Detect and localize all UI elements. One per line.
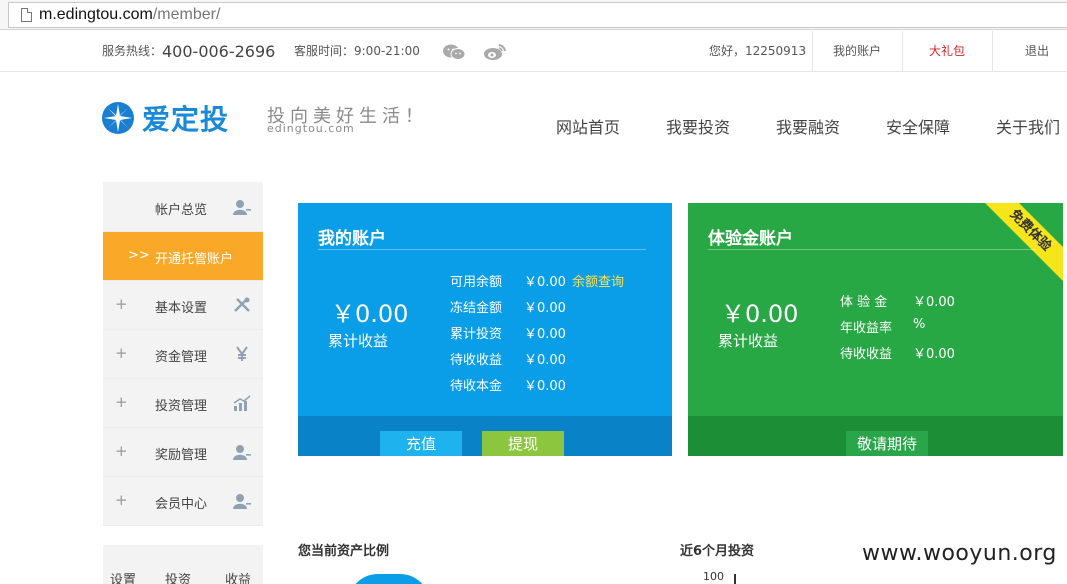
expand-icon[interactable]: + bbox=[115, 295, 128, 313]
sidebar-item-member-center[interactable]: + 会员中心 bbox=[103, 477, 263, 526]
my-account-card: 我的账户 ￥0.00 累计收益 可用余额 ￥0.00 余额查询 冻结金额 ￥0.… bbox=[298, 203, 672, 456]
hotline-number: 400-006-2696 bbox=[162, 42, 276, 61]
address-field[interactable]: m.edingtou.com/member/ bbox=[8, 2, 1067, 28]
weibo-icon[interactable] bbox=[483, 43, 507, 61]
user-icon bbox=[233, 494, 251, 509]
trial-total-value: ￥0.00 bbox=[721, 300, 799, 328]
expand-icon[interactable]: + bbox=[115, 442, 128, 460]
expand-icon[interactable]: + bbox=[115, 344, 128, 362]
brand-domain: edingtou.com bbox=[267, 122, 355, 135]
sidebar-item-funds[interactable]: + 资金管理 bbox=[103, 330, 263, 379]
divider bbox=[992, 31, 993, 72]
card-footer: 充值 提现 bbox=[298, 416, 672, 456]
six-month-invest-title: 近6个月投资 bbox=[680, 544, 755, 559]
withdraw-button[interactable]: 提现 bbox=[482, 431, 564, 456]
available-balance-label: 可用余额 bbox=[450, 275, 503, 290]
watermark: www.wooyun.org bbox=[862, 541, 1057, 566]
brand-name[interactable]: 爱定投 bbox=[142, 98, 229, 138]
card-footer: 敬请期待 bbox=[688, 416, 1063, 456]
divider bbox=[708, 249, 1036, 250]
frozen-amount-value: ￥0.00 bbox=[524, 301, 566, 316]
card-title: 体验金账户 bbox=[708, 229, 793, 249]
user-icon bbox=[233, 200, 251, 215]
divider bbox=[318, 249, 646, 250]
sidebar-item-basic-settings[interactable]: + 基本设置 bbox=[103, 281, 263, 330]
divider bbox=[812, 31, 813, 72]
user-icon bbox=[233, 445, 251, 460]
sidebar-item-rewards[interactable]: + 奖励管理 bbox=[103, 428, 263, 477]
sidebar-item-label: 会员中心 bbox=[155, 497, 208, 512]
trial-total-label: 累计收益 bbox=[718, 332, 779, 350]
url-path: /member/ bbox=[152, 6, 221, 23]
nav-invest[interactable]: 我要投资 bbox=[666, 114, 730, 138]
trial-fund-card: 免费体验 体验金账户 ￥0.00 累计收益 体 验 金 ￥0.00 年收益率 %… bbox=[688, 203, 1063, 456]
sidebar-item-label: 投资管理 bbox=[155, 399, 208, 414]
url-host: m.edingtou.com bbox=[39, 6, 153, 23]
sidebar-item-label: 奖励管理 bbox=[155, 448, 208, 463]
quick-link-earnings[interactable]: 收益 bbox=[225, 569, 251, 584]
url-text: m.edingtou.com/member/ bbox=[39, 6, 220, 24]
annual-rate-value: % bbox=[913, 317, 926, 332]
total-earnings-label: 累计收益 bbox=[328, 332, 389, 350]
quick-link-settings[interactable]: 设置 bbox=[110, 569, 136, 584]
coming-soon-button[interactable]: 敬请期待 bbox=[846, 431, 928, 456]
hotline-label: 服务热线： bbox=[102, 44, 163, 58]
active-arrow: >> bbox=[128, 248, 150, 263]
frozen-amount-label: 冻结金额 bbox=[450, 301, 503, 316]
sidebar-item-label: 开通托管账户 bbox=[155, 252, 234, 267]
yen-icon bbox=[236, 346, 248, 361]
balance-query-link[interactable]: 余额查询 bbox=[572, 271, 624, 290]
asset-pie-chart bbox=[348, 574, 430, 584]
logout-link[interactable]: 退出 bbox=[1025, 31, 1049, 72]
pending-principal-value: ￥0.00 bbox=[524, 379, 566, 394]
sidebar-item-label: 基本设置 bbox=[155, 301, 208, 316]
total-earnings-value: ￥0.00 bbox=[331, 300, 409, 328]
my-account-link[interactable]: 我的账户 bbox=[833, 31, 881, 72]
tools-icon bbox=[234, 297, 250, 312]
sidebar-item-label: 帐户总览 bbox=[155, 203, 208, 218]
logo-icon[interactable] bbox=[101, 101, 135, 135]
total-invest-label: 累计投资 bbox=[450, 327, 503, 342]
sidebar-item-open-custody[interactable]: >> 开通托管账户 bbox=[103, 232, 263, 281]
pending-principal-label: 待收本金 bbox=[450, 379, 503, 394]
nav-security[interactable]: 安全保障 bbox=[886, 114, 950, 138]
trial-pending-label: 待收收益 bbox=[840, 347, 893, 362]
annual-rate-label: 年收益率 bbox=[840, 321, 893, 336]
asset-ratio-title: 您当前资产比例 bbox=[298, 544, 390, 559]
service-hours: 客服时间：9:00-21:00 bbox=[294, 44, 420, 58]
sidebar-item-overview[interactable]: 帐户总览 bbox=[103, 183, 263, 232]
trial-pending-value: ￥0.00 bbox=[913, 347, 955, 362]
expand-icon[interactable]: + bbox=[115, 393, 128, 411]
nav-financing[interactable]: 我要融资 bbox=[776, 114, 840, 138]
quick-links-panel: 设置 投资 收益 bbox=[103, 545, 263, 584]
trial-fund-value: ￥0.00 bbox=[913, 295, 955, 310]
pending-earnings-label: 待收收益 bbox=[450, 353, 503, 368]
sidebar-item-investment[interactable]: + 投资管理 bbox=[103, 379, 263, 428]
trial-fund-label: 体 验 金 bbox=[840, 295, 888, 310]
chart-icon bbox=[233, 395, 251, 411]
quick-link-invest[interactable]: 投资 bbox=[165, 569, 191, 584]
wechat-icon[interactable] bbox=[442, 43, 466, 61]
nav-home[interactable]: 网站首页 bbox=[556, 114, 620, 138]
top-info-bar: 服务热线： 400-006-2696 客服时间：9:00-21:00 您好，12… bbox=[0, 31, 1067, 72]
available-balance-value: ￥0.00 bbox=[524, 275, 566, 290]
recharge-button[interactable]: 充值 bbox=[380, 431, 462, 456]
chart-axis-tick: 100 bbox=[703, 570, 724, 583]
user-greeting: 您好，12250913 bbox=[709, 44, 807, 58]
page-icon bbox=[21, 8, 32, 22]
free-trial-ribbon: 免费体验 bbox=[976, 203, 1063, 285]
expand-icon[interactable]: + bbox=[115, 491, 128, 509]
card-title: 我的账户 bbox=[318, 229, 386, 249]
divider bbox=[902, 31, 903, 72]
pending-earnings-value: ￥0.00 bbox=[524, 353, 566, 368]
nav-about[interactable]: 关于我们 bbox=[996, 114, 1060, 138]
total-invest-value: ￥0.00 bbox=[524, 327, 566, 342]
browser-url-bar: m.edingtou.com/member/ bbox=[0, 0, 1067, 30]
sidebar-item-label: 资金管理 bbox=[155, 350, 208, 365]
chart-axis-line bbox=[734, 574, 736, 584]
gift-link[interactable]: 大礼包 bbox=[929, 31, 965, 72]
sidebar: 帐户总览 >> 开通托管账户 + 基本设置 + 资金管理 + 投资管理 + 奖励… bbox=[103, 182, 263, 526]
